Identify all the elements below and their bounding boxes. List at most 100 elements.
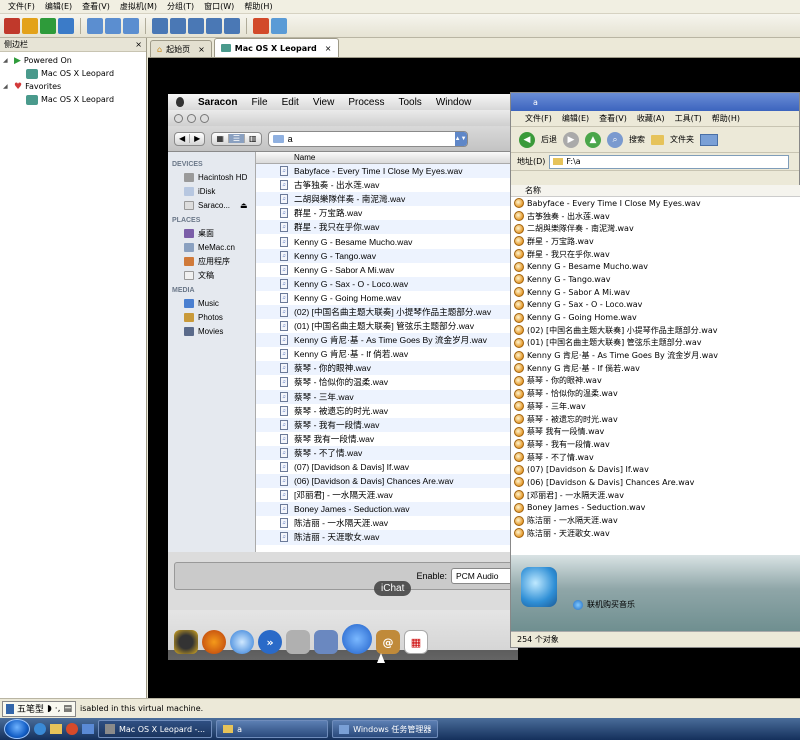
exp-menu-help[interactable]: 帮助(H): [712, 113, 740, 124]
list-item[interactable]: 陈洁丽 - 天涯歌女.wav: [511, 527, 800, 540]
icon-view-icon[interactable]: ▦: [212, 134, 229, 143]
power-on-icon[interactable]: [40, 17, 56, 34]
list-item[interactable]: 陈洁丽 - 一水隔天涯.wav: [511, 514, 800, 527]
exp-menu-view[interactable]: 查看(V): [599, 113, 627, 124]
list-item[interactable]: ♫ [邓丽君] - 一水隔天涯.wav: [256, 488, 518, 502]
sidebar-item-movies[interactable]: Movies: [168, 324, 255, 338]
list-item[interactable]: (07) [Davidson & Davis] If.wav: [511, 463, 800, 476]
buy-music-link[interactable]: 联机购买音乐: [573, 599, 635, 610]
mac-menu-window[interactable]: Window: [436, 97, 472, 108]
list-item[interactable]: ♫ 蔡琴 我有一段情.wav: [256, 432, 518, 446]
system-preferences-icon[interactable]: [286, 630, 310, 654]
quick-switch-icon[interactable]: [170, 17, 186, 34]
list-item[interactable]: (06) [Davidson & Davis] Chances Are.wav: [511, 476, 800, 489]
menu-file[interactable]: 文件(F): [8, 1, 35, 12]
address-input[interactable]: F:\a: [549, 154, 790, 169]
list-item[interactable]: 蔡琴 - 三年.wav: [511, 400, 800, 413]
sidebar-item-idisk[interactable]: iDisk: [168, 184, 255, 198]
list-item[interactable]: Kenny G - Besame Mucho.wav: [511, 260, 800, 273]
punctuation-icon[interactable]: ·,: [55, 704, 61, 714]
list-item[interactable]: ♫ 蔡琴 - 三年.wav: [256, 389, 518, 404]
list-item[interactable]: ♫ (02) [中国名曲主题大联奏] 小提琴作品主题部分.wav: [256, 304, 518, 320]
menu-vm[interactable]: 虚拟机(M): [120, 1, 157, 12]
exp-menu-tools[interactable]: 工具(T): [675, 113, 702, 124]
list-item[interactable]: 蔡琴 - 不了情.wav: [511, 451, 800, 464]
list-item[interactable]: ♫ Boney James - Seduction.wav: [256, 502, 518, 517]
tab-home[interactable]: ⌂ 起始页 ×: [150, 40, 212, 57]
mac-menu-edit[interactable]: Edit: [282, 97, 299, 108]
list-view-icon[interactable]: ☰: [228, 134, 246, 143]
list-item[interactable]: ♫ 陈洁丽 - 天涯歌女.wav: [256, 530, 518, 545]
list-item[interactable]: ♫ 古筝独奏 - 出水莲.wav: [256, 178, 518, 192]
list-item[interactable]: ♫ 群星 - 我只在乎你.wav: [256, 220, 518, 235]
menu-view[interactable]: 查看(V): [82, 1, 110, 12]
guest-screen[interactable]: Saracon File Edit View Process Tools Win…: [148, 58, 800, 698]
list-item[interactable]: ♫ Kenny G - Tango.wav: [256, 248, 518, 263]
sidebar-item-music[interactable]: Music: [168, 296, 255, 310]
sidebar-item-saracon[interactable]: Saraco... ⏏: [168, 198, 255, 212]
sidebar-toggle-icon[interactable]: [152, 17, 168, 34]
list-item[interactable]: ♫ 蔡琴 - 被遗忘的时光.wav: [256, 404, 518, 418]
list-item[interactable]: Babyface - Every Time I Close My Eyes.wa…: [511, 197, 800, 210]
encode-select[interactable]: PCM Audio: [451, 568, 513, 584]
sidebar-item-photos[interactable]: Photos: [168, 310, 255, 324]
power-off-icon[interactable]: [4, 17, 20, 34]
list-item[interactable]: ♫ (06) [Davidson & Davis] Chances Are.wav: [256, 474, 518, 489]
list-item[interactable]: Kenny G - Sabor A Mi.wav: [511, 286, 800, 299]
folders-button[interactable]: 文件夹: [670, 134, 694, 145]
back-button[interactable]: 后退: [541, 134, 557, 145]
exp-menu-edit[interactable]: 编辑(E): [562, 113, 589, 124]
fast-forward-icon[interactable]: »: [258, 630, 282, 654]
list-item[interactable]: 蔡琴 - 恰似你的温柔.wav: [511, 387, 800, 400]
tree-item-vm[interactable]: Mac OS X Leopard: [0, 93, 146, 106]
forward-arrow-icon[interactable]: ▶: [563, 131, 579, 148]
list-item[interactable]: Kenny G 肯尼·基 - As Time Goes By 流金岁月.wav: [511, 349, 800, 362]
tree-group-powered-on[interactable]: ◢ ▶ Powered On: [0, 54, 146, 67]
list-item[interactable]: ♫ Kenny G 肯尼·基 - As Time Goes By 流金岁月.wav: [256, 333, 518, 348]
list-item[interactable]: ♫ 群星 - 万宝路.wav: [256, 206, 518, 220]
list-item[interactable]: ♫ (07) [Davidson & Davis] If.wav: [256, 460, 518, 474]
close-window-icon[interactable]: [174, 113, 183, 123]
list-item[interactable]: ♫ 二胡與樂隊伴奏 - 南泥灣.wav: [256, 192, 518, 207]
sidebar-item-desktop[interactable]: 桌面: [168, 226, 255, 240]
ical-icon[interactable]: ▦: [404, 630, 428, 654]
list-item[interactable]: ♫ Babyface - Every Time I Close My Eyes.w…: [256, 164, 518, 179]
list-item[interactable]: ♫ 蔡琴 - 我有一段情.wav: [256, 417, 518, 432]
path-popup[interactable]: a ▲▼: [267, 130, 468, 147]
start-button[interactable]: [4, 719, 30, 739]
list-item[interactable]: ♫ 蔡琴 - 你的眼神.wav: [256, 361, 518, 376]
taskbar-button-task-manager[interactable]: Windows 任务管理器: [332, 720, 439, 738]
up-folder-icon[interactable]: ▲: [585, 131, 601, 148]
explorer-column-name[interactable]: 名称: [511, 185, 800, 197]
list-item[interactable]: 蔡琴 - 你的眼神.wav: [511, 375, 800, 388]
tree-group-favorites[interactable]: ◢ ♥ Favorites: [0, 80, 146, 93]
column-header-name[interactable]: Name: [256, 152, 518, 164]
tree-item-vm[interactable]: Mac OS X Leopard: [0, 67, 146, 80]
list-item[interactable]: Boney James - Seduction.wav: [511, 502, 800, 515]
list-item[interactable]: ♫ (01) [中国名曲主题大联奏] 管弦乐主题部分.wav: [256, 319, 518, 333]
quicklaunch-desktop-icon[interactable]: [82, 724, 94, 734]
revert-icon[interactable]: [105, 17, 121, 34]
list-item[interactable]: Kenny G - Going Home.wav: [511, 311, 800, 324]
snapshot-icon[interactable]: [87, 17, 103, 34]
quicklaunch-media-icon[interactable]: [66, 723, 78, 735]
menu-edit[interactable]: 编辑(E): [45, 1, 72, 12]
menu-app[interactable]: Saracon: [198, 97, 237, 108]
eject-icon[interactable]: ⏏: [240, 201, 248, 210]
list-item[interactable]: (01) [中国名曲主题大联奏] 管弦乐主题部分.wav: [511, 337, 800, 350]
tab-mac-os-x-leopard[interactable]: Mac OS X Leopard ×: [213, 38, 339, 57]
list-item[interactable]: Kenny G - Sax - O - Loco.wav: [511, 299, 800, 312]
suspend-icon[interactable]: [22, 17, 38, 34]
list-item[interactable]: ♫ Kenny G - Besame Mucho.wav: [256, 234, 518, 248]
search-button[interactable]: 搜索: [629, 134, 645, 145]
collapse-icon[interactable]: ◢: [3, 57, 11, 64]
list-item[interactable]: 蔡琴 我有一段情.wav: [511, 425, 800, 438]
qq-penguin-icon[interactable]: [174, 630, 198, 654]
collapse-icon[interactable]: ◢: [3, 83, 11, 90]
list-item[interactable]: ♫ 陈洁丽 - 一水隔天涯.wav: [256, 516, 518, 530]
sidebar-item-memac[interactable]: MeMac.cn: [168, 240, 255, 254]
tab-close-button[interactable]: ×: [325, 44, 332, 53]
list-item[interactable]: 蔡琴 - 被遗忘的时光.wav: [511, 413, 800, 426]
snapshot-manager-icon[interactable]: [123, 17, 139, 34]
taskbar-button-explorer[interactable]: a: [216, 720, 329, 738]
